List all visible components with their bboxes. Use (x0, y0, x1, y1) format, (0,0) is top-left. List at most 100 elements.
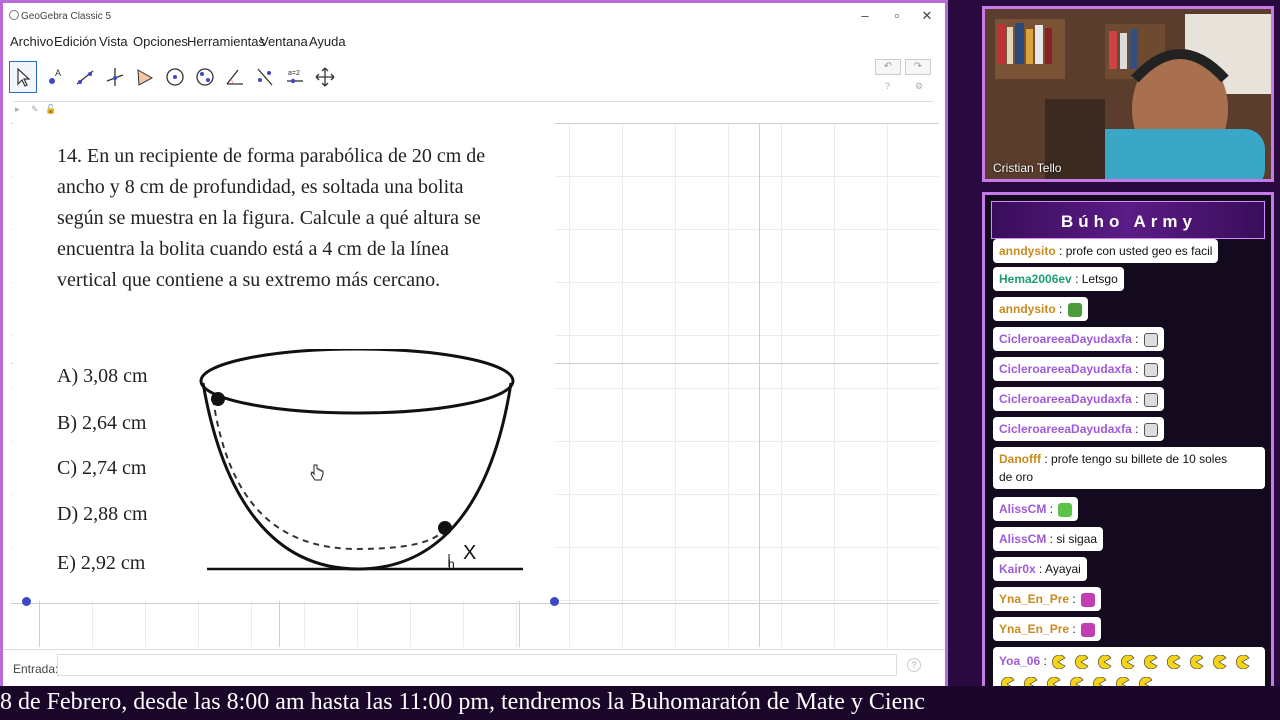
chat-text: profe tengo su billete de 10 soles (1051, 452, 1228, 466)
ball-end (438, 521, 452, 535)
maximize-button[interactable]: ▫ (887, 7, 907, 25)
pepe-emote-icon (1067, 302, 1082, 317)
chat-message: AlissCM : si sigaa (993, 527, 1104, 551)
chat-user[interactable]: AlissCM (999, 532, 1046, 546)
pacman-emote-icon (1075, 654, 1089, 669)
chat-user[interactable]: Kair0x (999, 562, 1036, 576)
menu-ventana[interactable]: Ventana (260, 34, 308, 49)
chat-user[interactable]: anndysito (999, 244, 1056, 258)
perpendicular-tool[interactable] (101, 61, 129, 93)
sunglasses-emote-icon (1143, 362, 1158, 377)
problem-line-4: encuentra la bolita cuando está a 4 cm d… (57, 238, 450, 260)
chat-panel: Búho Army anndysito : profe con usted ge… (982, 192, 1274, 714)
circle-tool[interactable] (161, 61, 189, 93)
chat-user[interactable]: Yoa_06 (999, 654, 1040, 668)
menu-vista[interactable]: Vista (99, 34, 128, 49)
move-view-tool[interactable] (311, 61, 339, 93)
problem-image[interactable]: 14. En un recipiente de forma parabólica… (13, 123, 555, 601)
lock-icon[interactable]: 🔓 (45, 104, 56, 115)
angle-icon (226, 69, 243, 85)
redo-button[interactable]: ↷ (905, 59, 931, 75)
chat-message: Yna_En_Pre : (993, 617, 1102, 641)
option-b: B) 2,64 cm (57, 412, 147, 434)
move-arrows-icon (315, 67, 335, 87)
sunglasses-emote-icon (1143, 392, 1158, 407)
chat-user[interactable]: CicleroareeaDayudaxfa (999, 392, 1132, 406)
line-tool[interactable] (71, 61, 99, 93)
pacman-emote-icon (1121, 654, 1135, 669)
sunglasses-emote-icon (1143, 422, 1158, 437)
alien-emote-icon (1058, 502, 1073, 517)
arrow-cursor-icon (17, 67, 31, 87)
chat-user[interactable]: CicleroareeaDayudaxfa (999, 422, 1132, 436)
slider-tool[interactable]: a=2 (281, 61, 309, 93)
chat-text: Letsgo (1081, 272, 1118, 286)
chat-user[interactable]: Hema2006ev (999, 272, 1072, 286)
point-tool[interactable]: A (41, 61, 69, 93)
chat-title: Búho Army (1061, 212, 1197, 231)
graphics-view[interactable]: 14. En un recipiente de forma parabólica… (11, 123, 939, 647)
menu-opciones[interactable]: Opciones (133, 34, 188, 49)
pacman-emote-icon (1098, 654, 1112, 669)
chat-header: Búho Army (991, 201, 1265, 239)
chat-user[interactable]: Yna_En_Pre (999, 592, 1069, 606)
option-e: E) 2,92 cm (57, 552, 146, 574)
chat-user[interactable]: anndysito (999, 302, 1056, 316)
chat-text: si sigaa (1056, 532, 1098, 546)
parabolic-bowl-figure: X h (199, 349, 523, 571)
chat-user[interactable]: CicleroareeaDayudaxfa (999, 362, 1132, 376)
pink-emote-icon (1081, 622, 1096, 637)
pacman-emote-icon (1236, 654, 1250, 669)
move-tool[interactable] (9, 61, 37, 93)
title-bar: GeoGebra Classic 5 – ▫ ✕ (3, 3, 945, 31)
corner-handle-left[interactable] (22, 597, 31, 606)
chat-message: anndysito : profe con usted geo es facil (993, 239, 1219, 263)
problem-line-5: vertical que contiene a su extremo más c… (57, 269, 441, 291)
pacman-emote-icon (1167, 654, 1181, 669)
chat-user[interactable]: Yna_En_Pre (999, 622, 1069, 636)
chat-text: profe con usted geo es facil (1065, 244, 1213, 258)
close-button[interactable]: ✕ (917, 7, 937, 25)
angle-tool[interactable] (221, 61, 249, 93)
label-h: h (448, 557, 455, 571)
ellipse-icon (196, 68, 214, 86)
menu-herramientas[interactable]: Herramientas (187, 34, 265, 49)
reflect-tool[interactable] (251, 61, 279, 93)
conic-tool[interactable] (191, 61, 219, 93)
ball-start (211, 392, 225, 406)
menu-archivo[interactable]: Archivo (10, 34, 53, 49)
settings-icon[interactable]: ⚙ (915, 81, 923, 92)
menu-ayuda[interactable]: Ayuda (309, 34, 346, 49)
minimize-button[interactable]: – (855, 7, 875, 25)
chat-message: CicleroareeaDayudaxfa : (993, 387, 1164, 411)
chat-message: CicleroareeaDayudaxfa : (993, 357, 1164, 381)
corner-handle-right[interactable] (550, 597, 559, 606)
chat-user[interactable]: Danofff (999, 452, 1041, 466)
problem-line-2: ancho y 8 cm de profundidad, es soltada … (57, 176, 464, 198)
line-icon (76, 70, 94, 85)
menu-edicion[interactable]: Edición (54, 34, 97, 49)
undo-button[interactable]: ↶ (875, 59, 901, 75)
circle-icon (166, 68, 184, 86)
input-bar: Entrada: ? (3, 649, 945, 687)
option-a: A) 3,08 cm (57, 365, 148, 387)
perpendicular-line-icon (106, 68, 124, 86)
option-d: D) 2,88 cm (57, 503, 148, 525)
pacman-emote-icon (1190, 654, 1204, 669)
pin-icon[interactable]: ✎ (31, 104, 39, 115)
svg-text:A: A (55, 68, 61, 78)
chat-message: CicleroareeaDayudaxfa : (993, 417, 1164, 441)
chat-user[interactable]: CicleroareeaDayudaxfa (999, 332, 1132, 346)
news-ticker: 8 de Febrero, desde las 8:00 am hasta la… (0, 686, 1280, 720)
input-help-button[interactable]: ? (907, 658, 921, 672)
problem-line-1: 14. En un recipiente de forma parabólica… (57, 145, 486, 167)
input-field[interactable] (57, 654, 897, 676)
polygon-tool[interactable] (131, 61, 159, 93)
chat-message: Kair0x : Ayayai (993, 557, 1087, 581)
webcam-video (985, 9, 1271, 179)
chat-user[interactable]: AlissCM (999, 502, 1046, 516)
streamer-name: Cristian Tello (993, 161, 1062, 175)
help-icon[interactable]: ? (885, 81, 890, 91)
point-icon: A (49, 68, 61, 84)
style-arrow-icon[interactable]: ▸ (15, 104, 20, 115)
